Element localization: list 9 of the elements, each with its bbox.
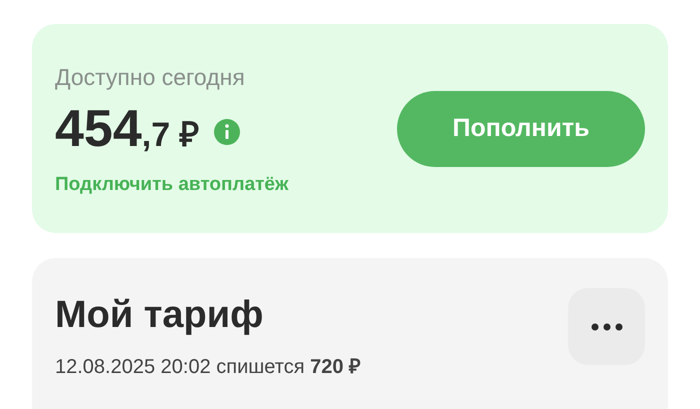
- info-icon[interactable]: [214, 118, 240, 144]
- autopay-link[interactable]: Подключить автоплатёж: [55, 174, 288, 194]
- tariff-title: Мой тариф: [55, 296, 264, 334]
- charge-info: 12.08.2025 20:02 спишется 720 ₽: [55, 355, 362, 380]
- balance-amount: 454,7 ₽: [55, 102, 200, 154]
- more-button[interactable]: [568, 288, 645, 365]
- balance-label: Доступно сегодня: [55, 66, 246, 88]
- top-up-button[interactable]: Пополнить: [397, 90, 645, 166]
- more-icon: [590, 322, 622, 330]
